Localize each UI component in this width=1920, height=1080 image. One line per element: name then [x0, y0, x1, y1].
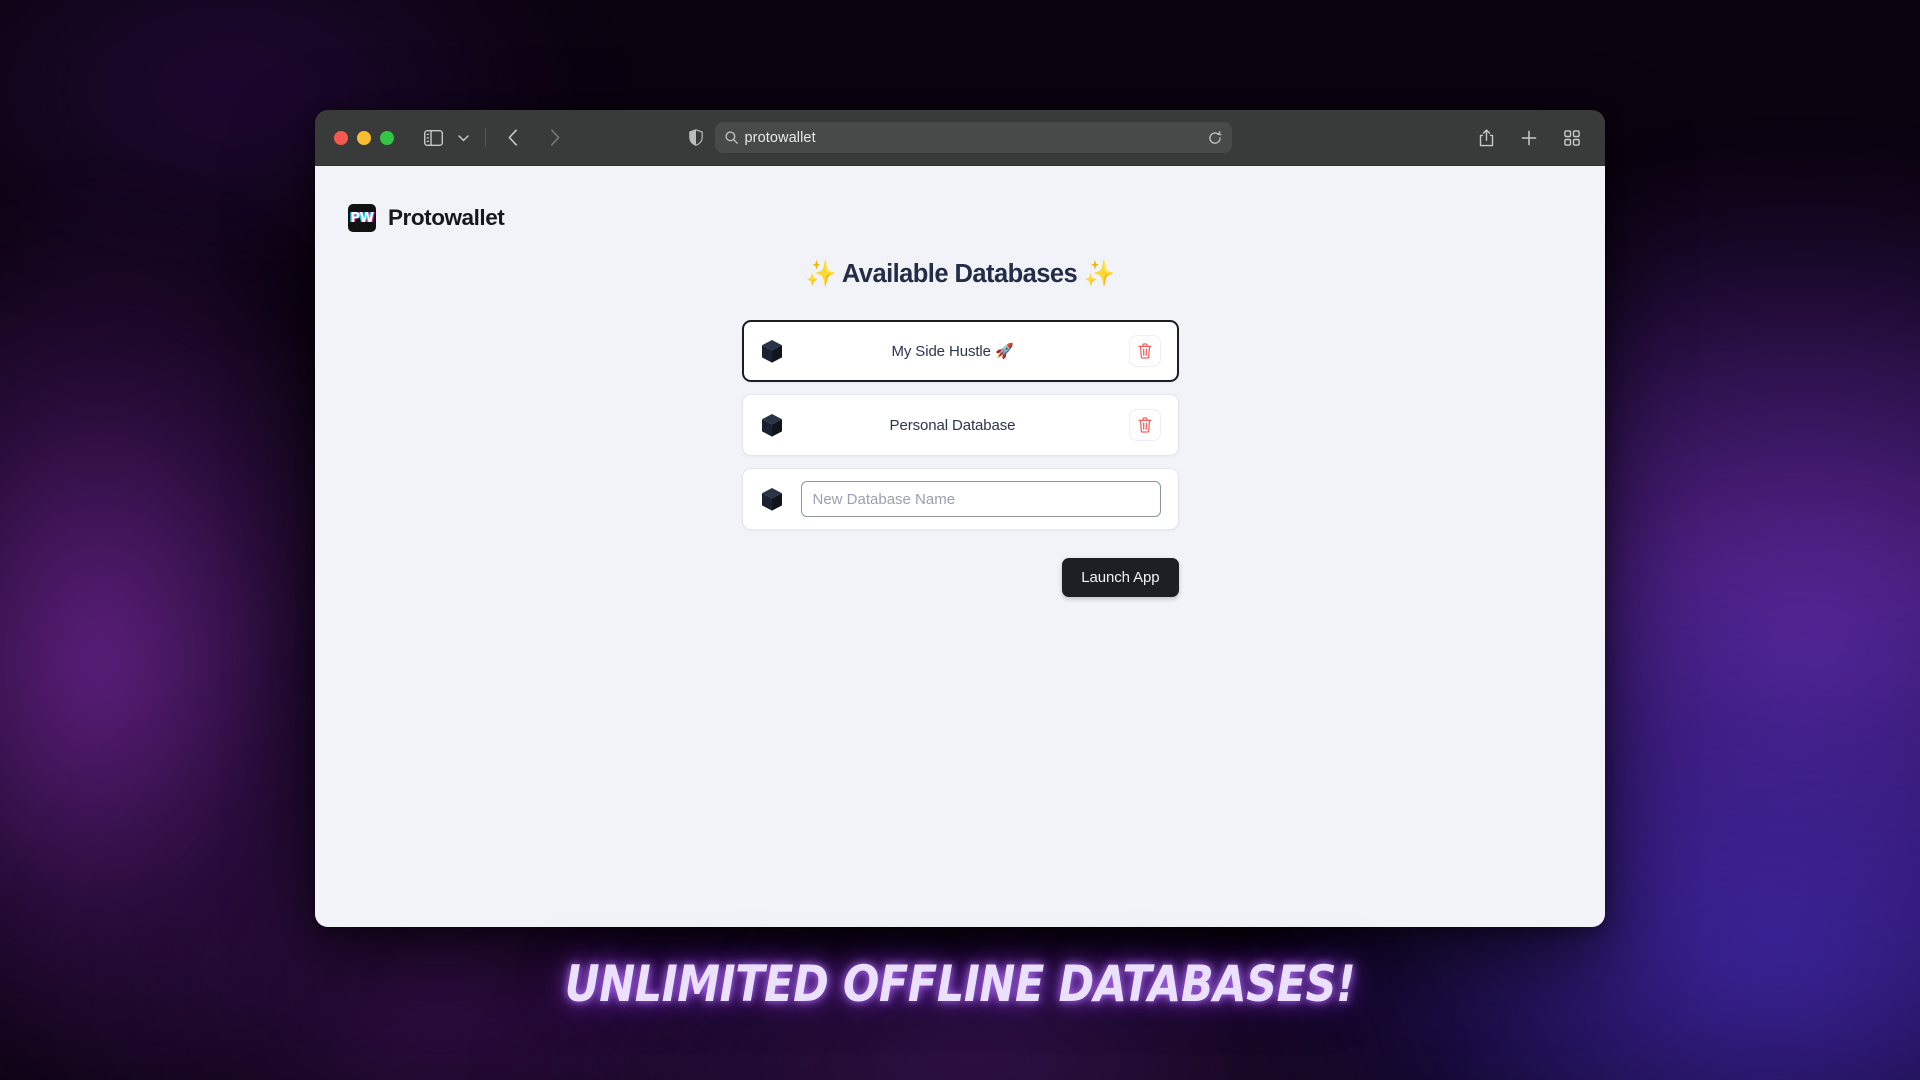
delete-database-button[interactable]: [1128, 335, 1161, 367]
web-page-content: PW Protowallet ✨ Available Databases ✨ M…: [315, 166, 1605, 927]
close-window-button[interactable]: [334, 130, 348, 145]
cube-icon: [761, 339, 783, 364]
navigation-arrows: [498, 124, 570, 152]
cube-icon: [761, 413, 783, 438]
sidebar-icon[interactable]: [418, 124, 448, 152]
desktop-background: protowallet PW Protowallet ✨ Available D…: [0, 0, 1920, 1080]
chevron-down-icon[interactable]: [448, 124, 478, 152]
grid-icon[interactable]: [1557, 124, 1587, 152]
launch-button-row: Launch App: [742, 558, 1179, 597]
caption-text: UNLIMITED OFFLINE DATABASES!: [564, 955, 1356, 1013]
address-bar[interactable]: protowallet: [714, 122, 1232, 153]
chevron-right-icon[interactable]: [540, 124, 570, 152]
new-database-name-input[interactable]: [800, 481, 1161, 517]
reload-icon[interactable]: [1208, 130, 1222, 145]
search-icon: [724, 131, 738, 144]
browser-window: protowallet PW Protowallet ✨ Available D…: [315, 110, 1605, 927]
sparkle-left-icon: ✨: [805, 260, 837, 288]
brand-header: PW Protowallet: [315, 166, 1605, 232]
sparkle-right-icon: ✨: [1083, 260, 1116, 288]
launch-app-button[interactable]: Launch App: [1062, 558, 1179, 597]
share-icon[interactable]: [1471, 124, 1501, 152]
browser-toolbar: protowallet: [315, 110, 1605, 166]
shield-icon[interactable]: [688, 129, 703, 146]
page-title-text: Available Databases: [841, 260, 1078, 288]
toolbar-divider: [485, 128, 486, 147]
plus-icon[interactable]: [1514, 124, 1544, 152]
page-title: ✨ Available Databases ✨: [742, 259, 1179, 289]
database-row[interactable]: Personal Database: [741, 394, 1179, 456]
database-name: Personal Database: [889, 416, 1016, 434]
database-name: My Side Hustle 🚀: [891, 343, 1014, 360]
minimize-window-button[interactable]: [357, 130, 371, 145]
delete-database-button[interactable]: [1128, 409, 1161, 441]
cube-icon: [761, 487, 783, 512]
window-traffic-lights: [334, 130, 394, 145]
chevron-left-icon[interactable]: [498, 124, 528, 152]
address-text: protowallet: [744, 129, 816, 146]
brand-name: Protowallet: [388, 205, 505, 230]
protowallet-logo-mark: PW: [348, 204, 376, 232]
main-content-column: ✨ Available Databases ✨ My Side Hustle 🚀: [741, 232, 1179, 597]
logo-monogram: PW: [350, 210, 374, 226]
toolbar-right-controls: [1471, 124, 1587, 152]
database-row[interactable]: My Side Hustle 🚀: [741, 320, 1179, 382]
maximize-window-button[interactable]: [380, 130, 394, 145]
new-database-row: [741, 468, 1179, 530]
